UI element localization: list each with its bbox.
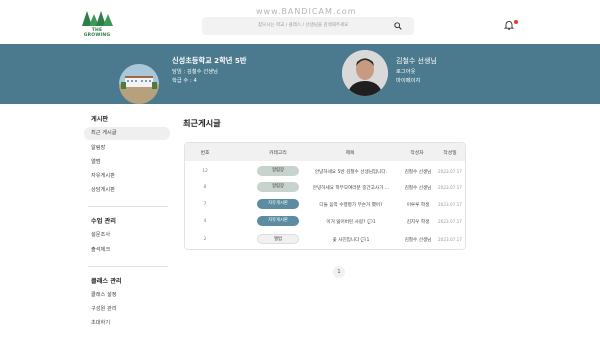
sidebar-divider xyxy=(88,266,168,267)
sidebar-section-class: 수업 관리 xyxy=(91,218,116,225)
page-title: 최근게시글 xyxy=(183,118,221,128)
bell-icon[interactable] xyxy=(504,20,514,30)
search-icon[interactable] xyxy=(394,22,402,30)
post-number: 4 xyxy=(203,219,207,224)
sidebar-item-class-settings[interactable]: 클래스 설정 xyxy=(84,289,170,302)
table-row[interactable]: 8 알림장 안녕하세요 학부모여러분 중간고사가 ... 김철수 선생님 202… xyxy=(185,179,465,196)
mypage-link[interactable]: 마이페이지 xyxy=(396,76,420,84)
post-author: 이루루 학생 xyxy=(406,203,430,208)
teacher-name: 김철수 선생님 xyxy=(396,57,437,65)
sidebar-item-notice[interactable]: 알림장 xyxy=(84,142,170,155)
column-header-title: 제목 xyxy=(345,151,355,156)
sidebar-section-board: 게시판 xyxy=(91,116,109,123)
posts-table: 번호 카테고리 제목 작성자 작성일 12 알림장 안녕하세요 5반 김철수 선… xyxy=(184,142,466,250)
post-author: 김지우 학생 xyxy=(406,220,430,225)
post-title[interactable]: 다들 음악 수행평가 무슨거 했어? xyxy=(303,202,399,208)
post-number: 2 xyxy=(203,237,207,242)
column-header-author: 작성자 xyxy=(410,151,424,156)
sidebar-item-invite[interactable]: 초대하기 xyxy=(84,317,170,330)
logo-text: THE GROWING xyxy=(83,28,111,38)
category-badge: 알림장 xyxy=(257,166,299,176)
table-row[interactable]: 12 알림장 안녕하세요 5반 김철수 선생님입니다. 김철수 선생님 2023… xyxy=(185,163,465,180)
school-name: 신성초등학교 2학년 5반 xyxy=(172,56,247,65)
page-number-button[interactable]: 1 xyxy=(333,266,345,278)
class-count: 학급 수 : 4 xyxy=(172,78,197,84)
post-number: 7 xyxy=(203,202,207,207)
logo[interactable]: THE GROWING xyxy=(78,10,116,38)
post-title[interactable]: 안녕하세요 학부모여러분 중간고사가 ... xyxy=(303,185,399,191)
post-number: 8 xyxy=(203,185,207,190)
teacher-avatar xyxy=(342,50,388,96)
post-author: 김철수 선생님 xyxy=(404,186,432,191)
logout-link[interactable]: 로그아웃 xyxy=(396,67,416,75)
post-date: 2023.07.17 xyxy=(438,237,462,242)
post-date: 2023.07.17 xyxy=(438,219,462,224)
category-badge: 알림장 xyxy=(257,182,299,192)
search-bar[interactable]: 찾으시는 학교 / 클래스 / 선생님을 검색해주세요 xyxy=(202,17,414,35)
table-row[interactable]: 2 앨범 꽃 사진입니다 💬1 김철수 선생님 2023.07.17 xyxy=(185,231,465,248)
sidebar-item-counsel-board[interactable]: 상담게시판 xyxy=(84,184,170,197)
column-header-category: 카테고리 xyxy=(269,151,287,156)
class-banner xyxy=(0,44,600,104)
post-author: 김철수 선생님 xyxy=(404,238,432,243)
post-date: 2023.07.17 xyxy=(438,185,462,190)
table-row[interactable]: 7 자유게시판 다들 음악 수행평가 무슨거 했어? 이루루 학생 2023.0… xyxy=(185,196,465,213)
post-title[interactable]: 이거 잃어버린 사람? 💬1 xyxy=(303,219,399,225)
recording-watermark: www.BANDICAM.com xyxy=(256,7,357,16)
page: THE GROWING www.BANDICAM.com 찾으시는 학교 / 클… xyxy=(0,0,600,338)
category-badge: 자유게시판 xyxy=(257,199,299,209)
column-header-date: 작성일 xyxy=(443,151,457,156)
school-photo xyxy=(119,64,159,104)
post-author: 김철수 선생님 xyxy=(404,170,432,175)
sidebar-item-free-board[interactable]: 자유게시판 xyxy=(84,170,170,183)
sidebar-item-survey[interactable]: 설문조사 xyxy=(84,229,170,242)
notification-dot xyxy=(514,20,518,24)
homeroom-teacher: 담임 : 김철수 선생님 xyxy=(172,69,218,75)
table-header: 번호 카테고리 제목 작성자 작성일 xyxy=(185,143,465,161)
sidebar-section-manage: 클래스 관리 xyxy=(91,278,122,285)
sidebar-item-members[interactable]: 구성원 관리 xyxy=(84,303,170,316)
column-header-number: 번호 xyxy=(200,151,210,156)
category-badge: 앨범 xyxy=(257,234,299,244)
post-title[interactable]: 꽃 사진입니다 💬1 xyxy=(303,237,399,243)
post-date: 2023.07.17 xyxy=(438,169,462,174)
post-title[interactable]: 안녕하세요 5반 김철수 선생님입니다. xyxy=(303,169,399,175)
sidebar-divider xyxy=(88,206,168,207)
search-input[interactable]: 찾으시는 학교 / 클래스 / 선생님을 검색해주세요 xyxy=(258,22,348,28)
top-bar: THE GROWING www.BANDICAM.com 찾으시는 학교 / 클… xyxy=(0,0,600,44)
post-date: 2023.07.17 xyxy=(438,202,462,207)
post-number: 12 xyxy=(202,169,208,174)
sidebar-item-recent-posts[interactable]: 최근 게시글 xyxy=(84,127,170,140)
tree-logo-icon xyxy=(82,11,113,26)
sidebar-item-attendance[interactable]: 출석체크 xyxy=(84,244,170,257)
category-badge: 자유게시판 xyxy=(257,216,299,226)
sidebar-item-album[interactable]: 앨범 xyxy=(84,156,170,169)
table-row[interactable]: 4 자유게시판 이거 잃어버린 사람? 💬1 김지우 학생 2023.07.17 xyxy=(185,213,465,230)
